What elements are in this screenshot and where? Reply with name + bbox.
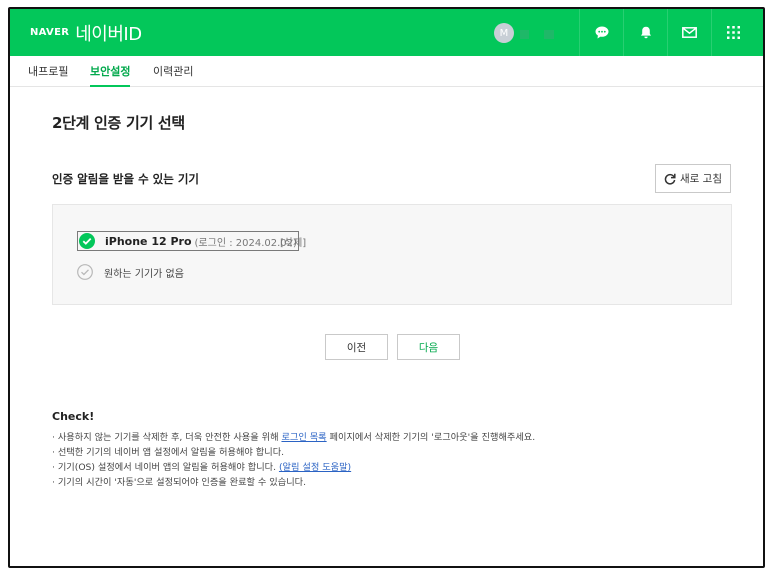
note-3-text: · 기기(OS) 설정에서 네이버 앱의 알림을 허용해야 합니다.: [52, 462, 279, 473]
apps-grid-icon: [727, 26, 740, 39]
device-delete-link[interactable]: [삭제]: [280, 234, 306, 249]
note-4: · 기기의 시간이 '자동'으로 설정되어야 인증을 완료할 수 있습니다.: [52, 477, 307, 488]
note-1-text: · 사용하지 않는 기기를 삭제한 후, 더욱 안전한 사용을 위해: [52, 432, 282, 443]
note-3: · 기기(OS) 설정에서 네이버 앱의 알림을 허용해야 합니다. (알림 설…: [52, 460, 535, 475]
notification-help-link[interactable]: (알림 설정 도움말): [279, 462, 351, 473]
check-circle-filled-icon: [79, 233, 95, 249]
tab-security-settings[interactable]: 보안설정: [90, 56, 131, 87]
chat-button[interactable]: [579, 9, 623, 56]
mail-button[interactable]: [667, 9, 711, 56]
refresh-icon: [664, 173, 676, 185]
note-1: · 사용하지 않는 기기를 삭제한 후, 더욱 안전한 사용을 위해 로그인 목…: [52, 430, 535, 445]
tab-bar: 내프로필 보안설정 이력관리: [10, 56, 763, 87]
login-list-link[interactable]: 로그인 목록: [281, 432, 326, 443]
page-title: 2단계 인증 기기 선택: [52, 114, 185, 132]
avatar[interactable]: M: [494, 23, 514, 43]
notification-button[interactable]: [623, 9, 667, 56]
username-redacted: [520, 30, 554, 39]
brand-text: NAVER: [30, 27, 70, 38]
bell-icon: [640, 26, 651, 39]
section-title: 인증 알림을 받을 수 있는 기기: [52, 172, 199, 186]
prev-button[interactable]: 이전: [325, 334, 388, 360]
naver-id-logo[interactable]: NAVER 네이버ID: [30, 9, 142, 56]
logo-title: 네이버ID: [75, 23, 142, 45]
page-frame: NAVER 네이버ID M 내프로필 보안설정 이력관리 2단계 인증 기기 선…: [8, 7, 765, 568]
device-list: iPhone 12 Pro (로그인 : 2024.02.02) [삭제] 원하…: [52, 204, 732, 305]
device-name: iPhone 12 Pro: [105, 234, 192, 248]
no-device-label: 원하는 기기가 없음: [104, 268, 184, 280]
refresh-button[interactable]: 새로 고침: [655, 164, 731, 193]
device-option-none[interactable]: 원하는 기기가 없음: [77, 262, 184, 282]
note-2: · 선택한 기기의 네이버 앱 설정에서 알림을 허용해야 합니다.: [52, 447, 285, 458]
chat-icon: [595, 26, 608, 39]
tab-history[interactable]: 이력관리: [153, 56, 193, 87]
refresh-label: 새로 고침: [680, 173, 722, 185]
tab-my-profile[interactable]: 내프로필: [28, 56, 68, 87]
check-circle-outline-icon: [77, 264, 93, 280]
avatar-initial: M: [499, 27, 509, 39]
check-title: Check!: [52, 410, 95, 423]
mail-icon: [682, 27, 697, 38]
note-1-text-end: 페이지에서 삭제한 기기의 '로그아웃'을 진행해주세요.: [326, 432, 536, 443]
device-option-iphone[interactable]: iPhone 12 Pro (로그인 : 2024.02.02): [77, 231, 299, 251]
check-notes: · 사용하지 않는 기기를 삭제한 후, 더욱 안전한 사용을 위해 로그인 목…: [52, 430, 535, 490]
header-bar: NAVER 네이버ID M: [10, 9, 763, 56]
apps-button[interactable]: [711, 9, 755, 56]
next-button[interactable]: 다음: [397, 334, 460, 360]
